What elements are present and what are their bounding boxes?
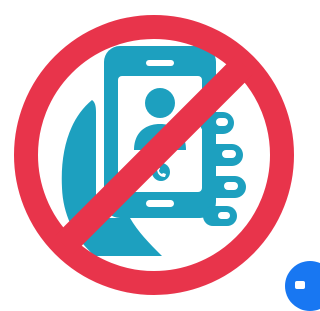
- finger-3-highlight: [224, 182, 238, 190]
- caller-head: [145, 88, 175, 118]
- finger-2-highlight: [222, 150, 236, 158]
- no-phone-use-icon: [14, 15, 294, 295]
- badge-plus-icon: [295, 281, 305, 289]
- icon-canvas: [0, 0, 320, 311]
- finger-1-highlight: [216, 118, 228, 126]
- phone-home-button: [146, 200, 174, 207]
- phone-earpiece: [146, 60, 174, 66]
- finger-4-highlight: [218, 212, 230, 219]
